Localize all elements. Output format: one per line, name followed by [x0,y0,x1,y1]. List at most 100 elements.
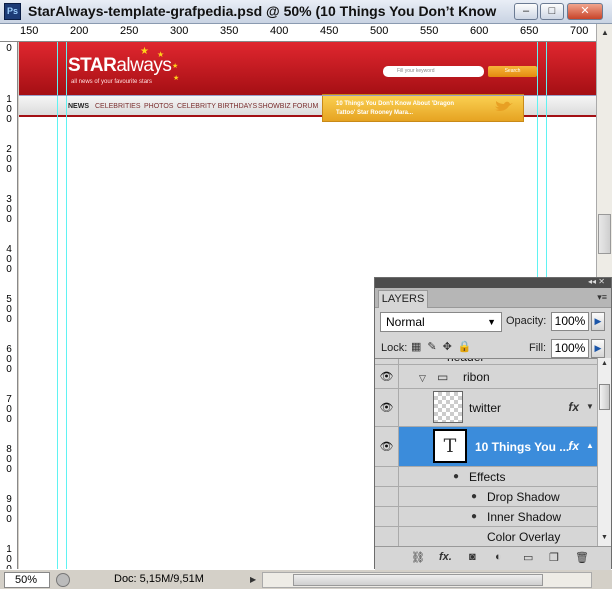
add-style-icon[interactable]: fx. [439,551,452,563]
layer-row-text[interactable]: 👁 T 10 Things You ... fx ▲ [375,427,597,467]
add-mask-icon[interactable]: ◙ [469,551,476,563]
effect-row-inner-shadow[interactable]: ● Inner Shadow [375,507,597,527]
effect-eye-icon[interactable]: ● [471,491,477,502]
visibility-eye-icon[interactable] [375,507,399,526]
doc-size-info[interactable]: Doc: 5,15M/9,51M [114,573,204,585]
panel-tab-bar: LAYERS ▾≡ [375,288,611,308]
star-icon: ★ [173,75,180,82]
nav-news: NEWS [68,103,89,110]
scroll-down-icon[interactable]: ▼ [601,534,608,541]
type-layer-thumbnail: T [433,429,467,463]
ruler-label: 8 0 0 [6,444,12,475]
folder-icon: ▭ [437,370,449,384]
layer-row-twitter[interactable]: 👁 twitter fx ▼ [375,389,597,427]
window-title: StarAlways-template-grafpedia.psd @ 50% … [28,3,500,19]
visibility-eye-icon[interactable]: 👁 [375,365,399,388]
guide-line [66,42,67,569]
effect-eye-icon[interactable]: ● [471,511,477,522]
effect-name: Inner Shadow [487,510,562,524]
status-menu-icon[interactable] [56,573,70,587]
scroll-thumb[interactable] [599,384,610,410]
effects-toggle-icon[interactable]: ▲ [586,441,594,450]
layers-panel: ◂◂ ✕ LAYERS ▾≡ Normal ▼ Opacity: 100% ▶ L… [374,277,612,570]
scroll-up-icon[interactable]: ▲ [601,28,609,37]
fx-icon[interactable]: fx [568,439,579,453]
title-bar: Ps StarAlways-template-grafpedia.psd @ 5… [0,0,612,24]
visibility-eye-icon[interactable]: 👁 [375,389,399,426]
effects-toggle-icon[interactable]: ▼ [586,402,594,411]
scroll-up-icon[interactable]: ▲ [601,360,608,367]
effect-name: Drop Shadow [487,490,560,504]
fill-label: Fill: [529,342,547,354]
minimize-button[interactable]: – [514,3,538,20]
layer-row-header[interactable]: header [375,359,597,365]
opacity-slider-toggle[interactable]: ▶ [591,312,605,331]
status-bar: 50% Doc: 5,15M/9,51M ▶ [0,569,612,589]
layer-thumbnail [433,391,463,423]
photoshop-app-icon[interactable]: Ps [4,3,21,20]
site-header-banner: STARalways ★ ★ ★ ★ all news of your favo… [19,42,596,95]
tab-layers[interactable]: LAYERS [378,290,428,308]
layer-name: ribon [463,370,490,384]
layer-list-scrollbar[interactable]: ▲ ▼ [597,358,611,546]
fx-icon[interactable]: fx [568,400,579,414]
ruler-label: 2 0 0 [6,144,12,175]
chevron-down-icon: ▼ [487,317,496,327]
ruler-label: 550 [420,25,439,37]
collapse-icon[interactable]: ◂◂ ✕ [588,277,605,286]
layer-row-ribon[interactable]: 👁 ▽ ▭ ribon [375,365,597,389]
ruler-label: 350 [220,25,239,37]
guide-line [57,42,58,569]
visibility-eye-icon[interactable] [375,527,399,546]
horizontal-scrollbar[interactable] [262,572,592,588]
opacity-label: Opacity: [506,315,547,327]
effect-row-color-overlay[interactable]: Color Overlay [375,527,597,546]
star-icon: ★ [157,50,165,59]
link-layers-icon[interactable]: ⛓ [411,551,425,564]
visibility-eye-icon[interactable] [375,359,399,364]
ruler-label: 250 [120,25,139,37]
maximize-button[interactable]: □ [540,3,564,20]
guide-line-horizontal [19,95,596,96]
nav-showbiz-forum: SHOWBIZ FORUM [258,103,319,110]
lock-icons[interactable]: ▦✎✥🔒 [411,340,478,353]
visibility-eye-icon[interactable]: 👁 [375,427,399,466]
zoom-field[interactable]: 50% [4,572,50,588]
site-search-input: Fill your keyword [383,66,484,77]
visibility-eye-icon[interactable] [375,467,399,486]
scroll-thumb[interactable] [293,574,543,586]
blend-mode-value: Normal [386,315,425,329]
effect-row-drop-shadow[interactable]: ● Drop Shadow [375,487,597,507]
visibility-eye-icon[interactable] [375,487,399,506]
fill-input[interactable]: 100% [551,339,589,358]
ruler-label: 4 0 0 [6,244,12,275]
ruler-label: 9 0 0 [6,494,12,525]
fill-slider-toggle[interactable]: ▶ [591,339,605,358]
effects-label: Effects [469,470,506,484]
horizontal-ruler[interactable]: 150 200 250 300 350 400 450 500 550 600 … [0,24,596,42]
ribbon-text: 10 Things You Don't Know About 'Dragon T… [336,101,455,116]
vertical-ruler[interactable]: 0 1 0 0 2 0 0 3 0 0 4 0 0 5 0 0 6 0 0 7 … [0,42,18,569]
new-group-icon[interactable]: ▭ [523,551,533,564]
nav-photos: PHOTOS [144,103,174,110]
ruler-label: 650 [520,25,539,37]
panel-menu-icon[interactable]: ▾≡ [597,292,607,303]
adjustment-layer-icon[interactable]: ◐ [495,551,502,563]
scroll-thumb[interactable] [598,214,611,254]
ruler-label: 150 [20,25,39,37]
new-layer-icon[interactable]: ❐ [549,551,559,564]
nav-celebrity-birthdays: CELEBRITY BIRTHDAYS [177,103,258,110]
panel-bottom-toolbar: ⛓ fx. ◙ ◐ ▭ ❐ 🗑 [375,546,611,570]
opacity-input[interactable]: 100% [551,312,589,331]
site-tagline: all news of your favourite stars [71,79,153,85]
status-arrow-icon[interactable]: ▶ [250,575,256,584]
twitter-bird-icon [494,101,513,111]
blend-mode-select[interactable]: Normal ▼ [380,312,502,332]
delete-layer-icon[interactable]: 🗑 [575,551,589,564]
close-button[interactable]: ✕ [567,3,603,20]
ruler-label: 700 [570,25,589,37]
effect-eye-icon[interactable]: ● [453,471,459,482]
site-search-button: Search [488,66,537,77]
expand-arrow-icon[interactable]: ▽ [419,373,426,384]
effects-row[interactable]: ● Effects [375,467,597,487]
